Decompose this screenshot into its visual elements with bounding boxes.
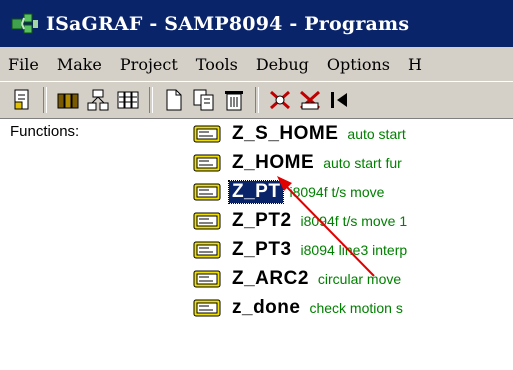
program-description: check motion s — [309, 300, 403, 316]
program-name: Z_ARC2 — [232, 268, 309, 289]
program-name: Z_HOME — [232, 152, 315, 173]
title-bar[interactable]: ISaGRAF - SAMP8094 - Programs — [0, 0, 513, 47]
document-properties-icon[interactable] — [10, 87, 34, 113]
st-program-icon — [193, 299, 221, 317]
st-program-icon — [193, 270, 221, 288]
program-description: auto start fur — [323, 155, 402, 171]
connect-icon[interactable] — [86, 87, 110, 113]
menu-file[interactable]: File — [0, 55, 48, 74]
st-program-icon — [193, 241, 221, 259]
program-item-z-arc2[interactable]: Z_ARC2 circular move — [193, 266, 401, 292]
window-title: ISaGRAF - SAMP8094 - Programs — [46, 12, 410, 35]
program-item-z-pt3[interactable]: Z_PT3 i8094 line3 interp — [193, 237, 407, 263]
program-item-z-home[interactable]: Z_HOME auto start fur — [193, 150, 402, 176]
menu-options[interactable]: Options — [318, 55, 399, 74]
toolbar — [0, 82, 513, 119]
verify-icon[interactable] — [298, 87, 322, 113]
menu-project[interactable]: Project — [111, 55, 187, 74]
program-name: Z_S_HOME — [232, 123, 339, 144]
st-program-icon — [193, 154, 221, 172]
toolbar-separator — [149, 87, 153, 113]
program-description: i8094 line3 interp — [300, 242, 408, 258]
menu-tools[interactable]: Tools — [187, 55, 247, 74]
functions-section-label: Functions: — [10, 123, 80, 140]
program-item-z-pt[interactable]: Z_PT i8094f t/s move — [193, 179, 384, 205]
program-description: i8094f t/s move 1 — [300, 213, 408, 229]
copy-program-icon[interactable] — [192, 87, 216, 113]
compile-icon[interactable] — [268, 87, 292, 113]
st-program-icon — [193, 183, 221, 201]
st-program-icon — [193, 125, 221, 143]
program-name: Z_PT3 — [232, 239, 292, 260]
program-name: z_done — [232, 297, 301, 318]
program-item-z-pt2[interactable]: Z_PT2 i8094f t/s move 1 — [193, 208, 407, 234]
menu-bar: File Make Project Tools Debug Options H — [0, 47, 513, 82]
program-description: circular move — [317, 271, 402, 287]
program-description: i8094f t/s move — [289, 184, 385, 200]
run-icon[interactable] — [328, 87, 352, 113]
program-item-z-done[interactable]: z_done check motion s — [193, 295, 403, 321]
menu-help[interactable]: H — [399, 55, 431, 74]
program-item-z-s-home[interactable]: Z_S_HOME auto start — [193, 121, 406, 147]
st-program-icon — [193, 212, 221, 230]
variables-icon[interactable] — [116, 87, 140, 113]
isagraf-app-icon — [10, 11, 40, 37]
menu-make[interactable]: Make — [48, 55, 111, 74]
new-program-icon[interactable] — [162, 87, 186, 113]
program-description: auto start — [347, 126, 406, 142]
menu-debug[interactable]: Debug — [247, 55, 318, 74]
library-icon[interactable] — [56, 87, 80, 113]
program-name-selected: Z_PT — [227, 180, 285, 204]
toolbar-separator — [43, 87, 47, 113]
toolbar-separator — [255, 87, 259, 113]
program-list: Functions: Z_S_HOME auto start Z_HOME au… — [0, 119, 513, 370]
delete-program-icon[interactable] — [222, 87, 246, 113]
program-name: Z_PT2 — [232, 210, 292, 231]
